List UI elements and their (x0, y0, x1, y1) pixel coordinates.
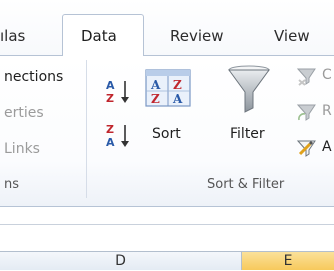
sort-descending-icon: Z A (106, 123, 129, 149)
group-divider (86, 60, 87, 198)
filter-button[interactable]: Filter (226, 64, 276, 148)
svg-text:A: A (172, 92, 183, 106)
ribbon-tab-row: ılas Data Review View (0, 0, 334, 56)
svg-text:Z: Z (106, 92, 114, 105)
svg-text:A: A (106, 136, 115, 149)
properties-button[interactable]: erties (4, 105, 44, 121)
svg-text:Z: Z (151, 92, 160, 106)
ribbon-body: nections erties Links ns A Z Z A A Z Z A… (0, 56, 334, 207)
tab-review[interactable]: Review (170, 27, 224, 45)
filter-label: Filter (230, 126, 265, 142)
tab-data[interactable]: Data (62, 14, 144, 56)
sort-ascending-icon: A Z (106, 79, 129, 105)
column-header-e[interactable]: E (242, 251, 334, 270)
sort-label: Sort (152, 126, 181, 142)
funnel-icon (228, 65, 270, 113)
sort-dialog-icon: A Z Z A (145, 69, 191, 107)
clear-filter-icon (296, 68, 316, 86)
svg-text:A: A (106, 79, 115, 92)
clear-filter-button[interactable]: C (296, 66, 334, 88)
connections-group-label: ns (4, 177, 20, 192)
sort-button[interactable]: A Z Z A Sort (144, 64, 192, 142)
tab-formulas[interactable]: ılas (0, 27, 25, 45)
sort-ascending-button[interactable]: A Z (106, 78, 134, 106)
edit-links-button[interactable]: Links (4, 141, 40, 157)
tab-data-label: Data (81, 27, 117, 45)
svg-text:Z: Z (106, 123, 114, 136)
spreadsheet-area: D E (0, 224, 334, 270)
svg-text:A: A (150, 78, 161, 92)
sort-filter-group-label: Sort & Filter (207, 177, 285, 192)
reapply-filter-label: R (322, 103, 332, 119)
connections-group: nections erties Links ns (0, 56, 86, 206)
column-header-d[interactable]: D (0, 251, 242, 270)
tab-view[interactable]: View (274, 27, 310, 45)
advanced-filter-icon (296, 140, 316, 157)
connections-button[interactable]: nections (4, 69, 63, 85)
reapply-filter-button[interactable]: R (296, 102, 334, 124)
reapply-filter-icon (296, 104, 316, 121)
svg-text:Z: Z (173, 78, 182, 92)
clear-filter-label: C (322, 67, 332, 83)
sort-descending-button[interactable]: Z A (106, 122, 134, 150)
advanced-filter-button[interactable]: A (296, 138, 334, 160)
advanced-filter-label: A (322, 139, 332, 155)
